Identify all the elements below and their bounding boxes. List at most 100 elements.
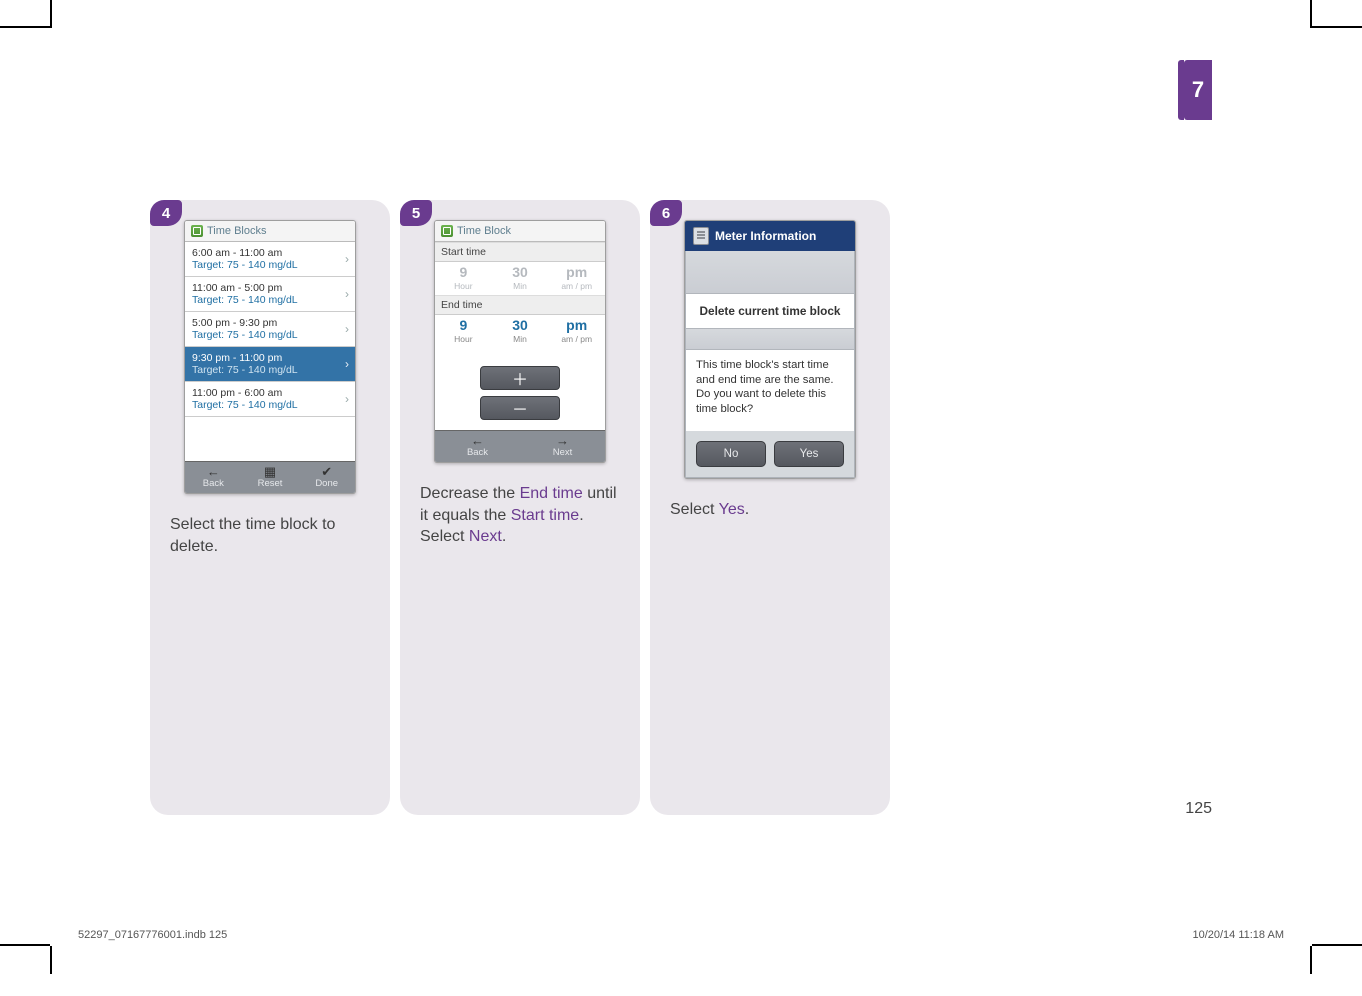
next-button[interactable]: →Next [520,430,605,462]
target-range: Target: 75 - 140 mg/dL [192,399,348,411]
dialog-header: Meter Information [685,221,855,251]
screenshot-time-blocks: Time Blocks 6:00 am - 11:00 am Target: 7… [184,220,356,494]
arrow-left-icon: ← [435,434,520,447]
hour-cell[interactable]: 9 Hour [435,315,492,348]
chapter-thumb-tab: 7 [1184,60,1212,120]
chevron-right-icon: › [345,392,349,406]
crop-mark [1310,946,1312,974]
ampm-label: am / pm [548,334,605,344]
caption-term: Start time [511,507,579,524]
yes-button[interactable]: Yes [774,441,844,467]
minute-value: 30 [492,317,549,333]
time-block-row[interactable]: 6:00 am - 11:00 am Target: 75 - 140 mg/d… [185,242,355,277]
step-badge: 5 [400,200,432,226]
ampm-cell: pm am / pm [548,262,605,295]
page-number: 125 [1185,800,1212,818]
minute-label: Min [492,281,549,291]
hour-value: 9 [435,264,492,280]
start-time-label: Start time [435,242,605,262]
no-label: No [724,448,739,460]
hour-label: Hour [435,334,492,344]
ampm-cell[interactable]: pm am / pm [548,315,605,348]
minus-button[interactable]: － [480,396,560,420]
step-badge: 4 [150,200,182,226]
chapter-number: 7 [1192,77,1204,103]
caption-text: Select [670,501,719,518]
target-range: Target: 75 - 140 mg/dL [192,259,348,271]
step-card-6: 6 Meter Information Delete current time … [650,200,890,815]
back-button[interactable]: ←Back [435,430,520,462]
minute-value: 30 [492,264,549,280]
step-badge: 6 [650,200,682,226]
next-label: Next [553,447,573,458]
crop-mark [1312,26,1362,28]
minute-cell[interactable]: 30 Min [492,315,549,348]
no-button[interactable]: No [696,441,766,467]
time-block-row[interactable]: 11:00 am - 5:00 pm Target: 75 - 140 mg/d… [185,277,355,312]
reset-label: Reset [258,478,283,489]
screen-header: Time Block [435,221,605,242]
grid-icon: ▦ [242,465,299,478]
caption-text: . [745,501,749,518]
arrow-right-icon: → [520,434,605,447]
target-range: Target: 75 - 140 mg/dL [192,329,348,341]
plus-button[interactable]: ＋ [480,366,560,390]
crop-mark [1312,944,1362,946]
document-icon [693,227,709,245]
step-caption: Decrease the End time until it equals th… [420,483,620,548]
reset-button[interactable]: ▦Reset [242,461,299,493]
back-button[interactable]: ←Back [185,461,242,493]
dialog-message: This time block's start time and end tim… [686,349,854,431]
step-caption: Select Yes. [670,499,870,521]
time-blocks-icon [191,225,203,237]
chevron-right-icon: › [345,287,349,301]
crop-mark [50,946,52,974]
time-range: 6:00 am - 11:00 am [192,247,348,259]
step-card-5: 5 Time Block Start time 9 Hour 30 Min pm… [400,200,640,815]
dialog-body: Delete current time block This time bloc… [685,251,855,478]
end-time-label: End time [435,295,605,315]
dialog-title: Meter Information [715,229,816,243]
dialog-buttons: No Yes [686,431,854,477]
time-block-icon [441,225,453,237]
chevron-right-icon: › [345,357,349,371]
time-range: 5:00 pm - 9:30 pm [192,317,348,329]
crop-mark [1310,0,1312,28]
ampm-label: am / pm [548,281,605,291]
caption-text: Decrease the [420,485,520,502]
time-block-row[interactable]: 11:00 pm - 6:00 am Target: 75 - 140 mg/d… [185,382,355,417]
time-range: 11:00 am - 5:00 pm [192,282,348,294]
footer-bar: ←Back →Next [435,430,605,462]
ampm-value: pm [548,264,605,280]
minute-cell: 30 Min [492,262,549,295]
back-label: Back [467,447,488,458]
target-range: Target: 75 - 140 mg/dL [192,364,348,376]
ampm-value: pm [548,317,605,333]
time-block-row[interactable]: 5:00 pm - 9:30 pm Target: 75 - 140 mg/dL… [185,312,355,347]
caption-text: . [502,528,506,545]
plus-minus-controls: ＋ － [435,348,605,430]
target-range: Target: 75 - 140 mg/dL [192,294,348,306]
screen-title: Time Block [457,225,511,237]
hour-cell: 9 Hour [435,262,492,295]
dialog-section-title: Delete current time block [686,293,854,329]
screen-title: Time Blocks [207,225,267,237]
screenshot-meter-information: Meter Information Delete current time bl… [684,220,856,479]
imposition-file-label: 52297_07167776001.indb 125 [78,929,227,941]
start-time-row: 9 Hour 30 Min pm am / pm [435,262,605,295]
crop-mark [0,26,50,28]
done-button[interactable]: ✔Done [298,461,355,493]
end-time-row[interactable]: 9 Hour 30 Min pm am / pm [435,315,605,348]
arrow-left-icon: ← [185,465,242,478]
time-block-row-selected[interactable]: 9:30 pm - 11:00 pm Target: 75 - 140 mg/d… [185,347,355,382]
caption-term: End time [520,485,583,502]
done-label: Done [315,478,338,489]
steps-row: 4 Time Blocks 6:00 am - 11:00 am Target:… [150,200,890,815]
hour-value: 9 [435,317,492,333]
caption-term: Yes [719,501,745,518]
screen-header: Time Blocks [185,221,355,242]
yes-label: Yes [800,448,819,460]
caption-term: Next [469,528,502,545]
minute-label: Min [492,334,549,344]
step-card-4: 4 Time Blocks 6:00 am - 11:00 am Target:… [150,200,390,815]
